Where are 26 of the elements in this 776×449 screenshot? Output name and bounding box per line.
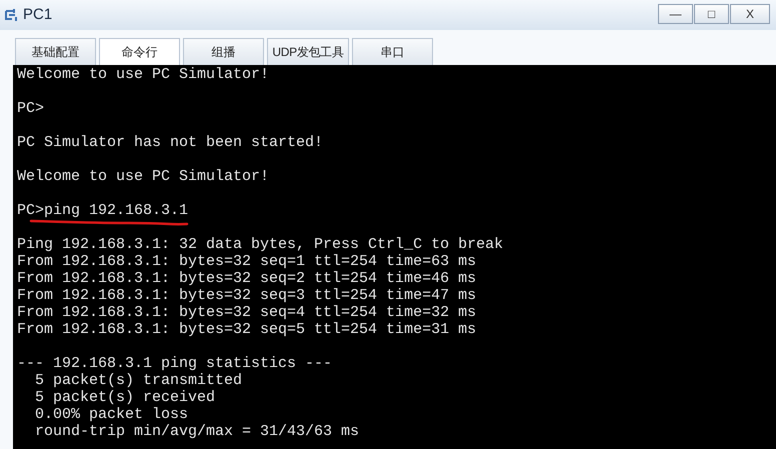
network-icon [4,7,20,23]
terminal-line: PC> [17,100,44,117]
terminal-line: From 192.168.3.1: bytes=32 seq=2 ttl=254 time=46 ms [17,270,476,287]
terminal-line: From 192.168.3.1: bytes=32 seq=1 ttl=254 time=63 ms [17,253,476,270]
terminal-line: PC>ping 192.168.3.1 [17,202,188,219]
terminal-line: From 192.168.3.1: bytes=32 seq=5 ttl=254 time=31 ms [17,321,476,338]
maximize-button[interactable]: □ [694,4,729,24]
terminal-line: 5 packet(s) received [34,389,216,406]
tab[interactable]: 命令行 [99,38,180,65]
minimize-button[interactable]: — [658,4,693,24]
terminal-line: PC Simulator has not been started! [17,134,324,151]
terminal-line: 0.00% packet loss [34,406,188,423]
tab[interactable]: 组播 [183,38,264,65]
terminal-line: From 192.168.3.1: bytes=32 seq=4 ttl=254 time=32 ms [17,304,476,321]
close-button[interactable]: X [730,4,770,24]
terminal-line: From 192.168.3.1: bytes=32 seq=3 ttl=254 time=47 ms [17,287,476,304]
tab[interactable]: 串口 [352,38,433,65]
terminal-line: 5 packet(s) transmitted [34,372,242,389]
terminal-line: --- 192.168.3.1 ping statistics --- [17,355,332,372]
window-title: PC1 [23,4,52,25]
terminal-line: Ping 192.168.3.1: 32 data bytes, Press Ctrl_C to break [17,236,504,253]
terminal-line: Welcome to use PC Simulator! [17,168,270,185]
tab[interactable]: 基础配置 [15,38,96,65]
tab[interactable]: UDP发包工具 [267,38,349,65]
terminal-line: Welcome to use PC Simulator! [17,66,270,83]
terminal-line: round-trip min/avg/max = 31/43/63 ms [34,423,360,440]
